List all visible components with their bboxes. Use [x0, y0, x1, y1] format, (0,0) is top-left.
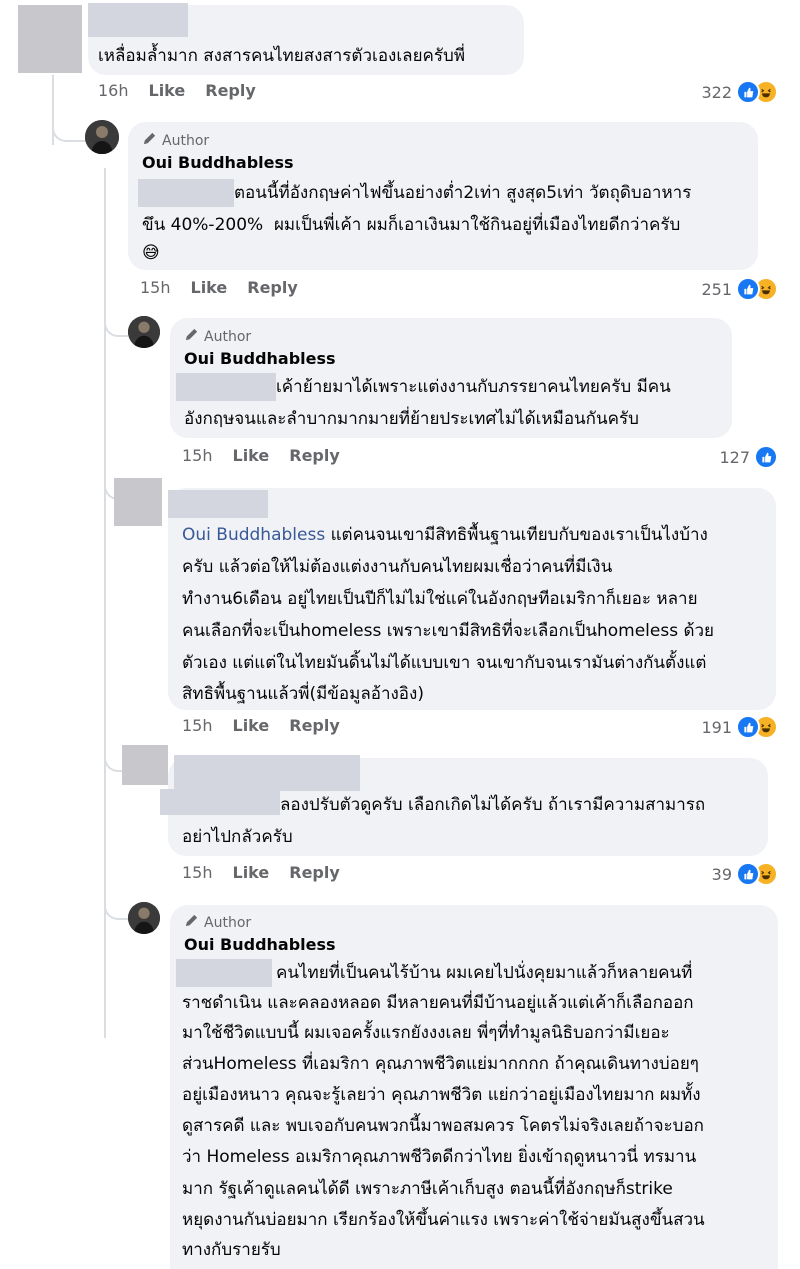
like-button[interactable]: Like — [149, 81, 186, 100]
comment-text-line: ทำงาน6เดือน อยู่ไทยเป็นปีก็ไม่ไม่ใช่แค่ใ… — [182, 589, 698, 609]
like-button[interactable]: Like — [233, 863, 270, 882]
comment-text-line: ขึน 40%-200% ผมเป็นพี่เค้า ผมก็เอาเงินมา… — [142, 215, 681, 235]
author-label: Author — [204, 914, 252, 931]
timestamp[interactable]: 15h — [182, 716, 213, 735]
author-label: Author — [162, 132, 210, 149]
commenter-name[interactable]: Oui Buddhabless — [184, 935, 336, 954]
timestamp[interactable]: 15h — [182, 446, 213, 465]
like-button[interactable]: Like — [233, 716, 270, 735]
author-badge: Author — [184, 327, 251, 346]
pencil-icon — [184, 327, 199, 346]
mention-link[interactable]: Oui Buddhabless — [182, 525, 325, 545]
comment-text-line: ดูสารคดี และ พบเจอกับคนพวกนี้มาพอสมควร โ… — [182, 1116, 704, 1136]
pencil-icon — [142, 131, 157, 150]
sweat-smile-emoji: 😅 — [142, 243, 160, 263]
reply-button[interactable]: Reply — [289, 863, 340, 882]
comment-text-line: อังกฤษจนและลำบากมากมายที่ย้ายประเทศไม่ได… — [184, 409, 639, 429]
avatar[interactable] — [128, 902, 160, 934]
author-badge: Author — [184, 913, 251, 932]
comment-actions: 16h Like Reply — [98, 81, 256, 100]
like-button[interactable]: Like — [233, 446, 270, 465]
commenter-name-redacted[interactable] — [168, 490, 268, 518]
reaction-count: 39 — [711, 864, 732, 884]
reaction-count: 322 — [701, 82, 732, 102]
comment-text-line: ว่า Homeless อเมริกาคุณภาพชีวิตดีกว่าไทย… — [182, 1147, 697, 1167]
comment-actions: 15h Like Reply — [182, 716, 340, 735]
mention-redacted — [176, 373, 276, 401]
comment-text: เหลื่อมล้ำมาก สงสารคนไทยสงสารตัวเองเลยคร… — [98, 46, 466, 66]
avatar[interactable] — [122, 745, 168, 785]
like-icon — [736, 862, 760, 886]
like-icon — [754, 445, 778, 469]
like-icon — [736, 277, 760, 301]
author-label: Author — [204, 328, 252, 345]
thread-connector — [52, 110, 86, 142]
comment-text-line: คนเลือกที่จะเป็นhomeless เพราะเขามีสิทธิ… — [182, 621, 714, 641]
comment-text-line: สิทธิพื้นฐานแล้วพี่(มีข้อมูลอ้างอิง) — [182, 684, 424, 704]
timestamp[interactable]: 16h — [98, 81, 129, 100]
reaction-summary[interactable]: 251 — [701, 277, 778, 301]
comment-text-line: Oui Buddhabless แต่คนจนเขามีสิทธิพื้นฐาน… — [182, 525, 708, 545]
mention-redacted — [160, 789, 280, 815]
comment-text-line: ตัวเอง แต่แต่ในไทยมันดิ้นไม่ได้แบบเขา จน… — [182, 653, 707, 673]
comment-text-line: ลองปรับตัวดูครับ เลือกเกิดไม่ได้ครับ ถ้า… — [280, 795, 706, 815]
comment-text-line: ส่วนHomeless ที่เอมริกา คุณภาพชีวิตแย่มา… — [182, 1054, 699, 1074]
reaction-summary[interactable]: 191 — [701, 715, 778, 739]
timestamp[interactable]: 15h — [182, 863, 213, 882]
commenter-name[interactable]: Oui Buddhabless — [184, 349, 336, 368]
like-icon — [736, 715, 760, 739]
comment-text-line: ตอนนี้ที่อังกฤษค่าไฟขึ้นอย่างต่ำ2เท่า สู… — [234, 183, 692, 203]
like-icon — [736, 80, 760, 104]
timestamp[interactable]: 15h — [140, 278, 171, 297]
comment-text-line: อยู่เมืองหนาว คุณจะรู้เลยว่า คุณภาพชีวิต… — [182, 1085, 701, 1105]
avatar[interactable] — [85, 120, 119, 154]
reply-button[interactable]: Reply — [247, 278, 298, 297]
commenter-name[interactable]: Oui Buddhabless — [142, 153, 294, 172]
comment-text-line: ทางกับรายรับ — [182, 1240, 281, 1260]
avatar[interactable] — [18, 5, 82, 73]
comment-text-line: เค้าย้ายมาได้เพราะแต่งงานกับภรรยาคนไทยคร… — [276, 377, 671, 397]
comment-actions: 15h Like Reply — [182, 863, 340, 882]
thread-connector — [104, 888, 128, 920]
commenter-name-redacted[interactable] — [88, 3, 188, 37]
comment-text-line: หยุดงานกันบ่อยมาก เรียกร้องให้ขึ้นค่าแรง… — [182, 1210, 705, 1230]
author-badge: Author — [142, 131, 209, 150]
reaction-summary[interactable]: 39 — [712, 862, 778, 886]
comment-actions: 15h Like Reply — [140, 278, 298, 297]
mention-redacted — [176, 959, 272, 987]
comment-text-line: ครับ แล้วต่อให้ไม่ต้องแต่งงานกับคนไทยผมเ… — [182, 557, 613, 577]
thread-connector — [104, 305, 128, 337]
avatar[interactable] — [128, 316, 160, 348]
reply-button[interactable]: Reply — [289, 716, 340, 735]
reaction-count: 191 — [701, 717, 732, 737]
like-button[interactable]: Like — [191, 278, 228, 297]
mention-redacted — [138, 179, 234, 207]
commenter-name-redacted[interactable] — [174, 755, 360, 791]
comment-text-line: ราชดำเนิน และคลองหลอด มีหลายคนที่มีบ้านอ… — [182, 993, 694, 1013]
reaction-summary[interactable]: 127 — [719, 445, 778, 469]
comment-actions: 15h Like Reply — [182, 446, 340, 465]
comment-text-line: คนไทยที่เป็นคนไร้บ้าน ผมเคยไปนั่งคุยมาแล… — [276, 963, 693, 983]
reaction-count: 251 — [701, 279, 732, 299]
avatar[interactable] — [114, 478, 162, 526]
pencil-icon — [184, 913, 199, 932]
reaction-summary[interactable]: 322 — [701, 80, 778, 104]
comment-text-line: อย่าไปกลัวครับ — [182, 827, 293, 847]
reply-button[interactable]: Reply — [205, 81, 256, 100]
comment-text-line: มาก รัฐเค้าดูแลคนได้ดี เพราะภาษีเค้าเก็บ… — [182, 1179, 673, 1199]
comment-text-line: มาใช้ชีวิตแบบนี้ ผมเจอครั้งแรกยังงงเลย พ… — [182, 1023, 670, 1043]
reply-button[interactable]: Reply — [289, 446, 340, 465]
reaction-count: 127 — [719, 447, 750, 467]
